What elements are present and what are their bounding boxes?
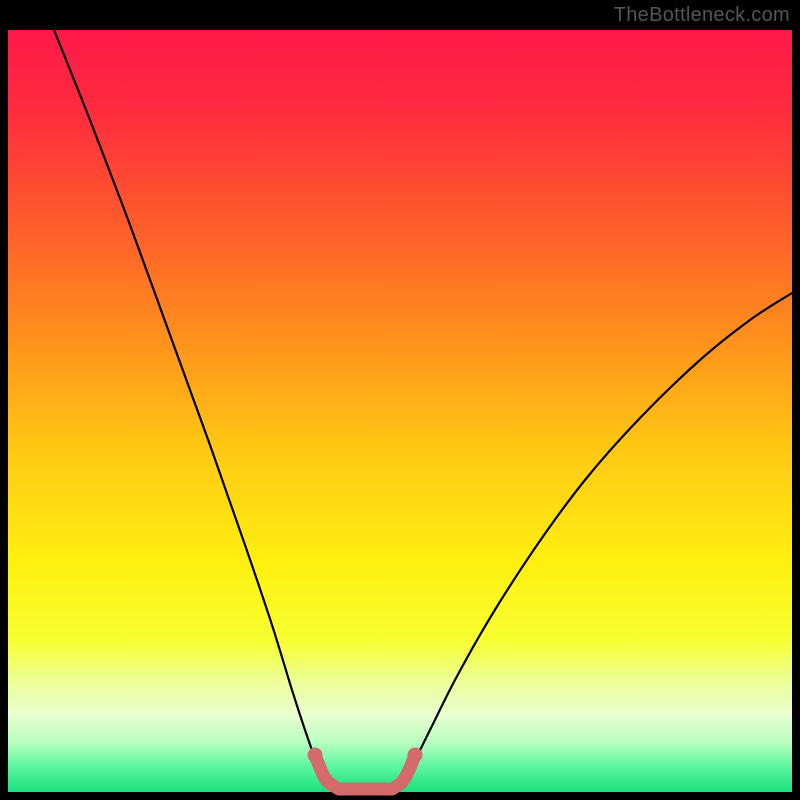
chart-canvas: TheBottleneck.com bbox=[0, 0, 800, 800]
chart-svg bbox=[0, 0, 800, 800]
highlight-dot bbox=[308, 748, 323, 763]
watermark-text: TheBottleneck.com bbox=[614, 4, 790, 27]
highlight-dot bbox=[408, 748, 423, 763]
